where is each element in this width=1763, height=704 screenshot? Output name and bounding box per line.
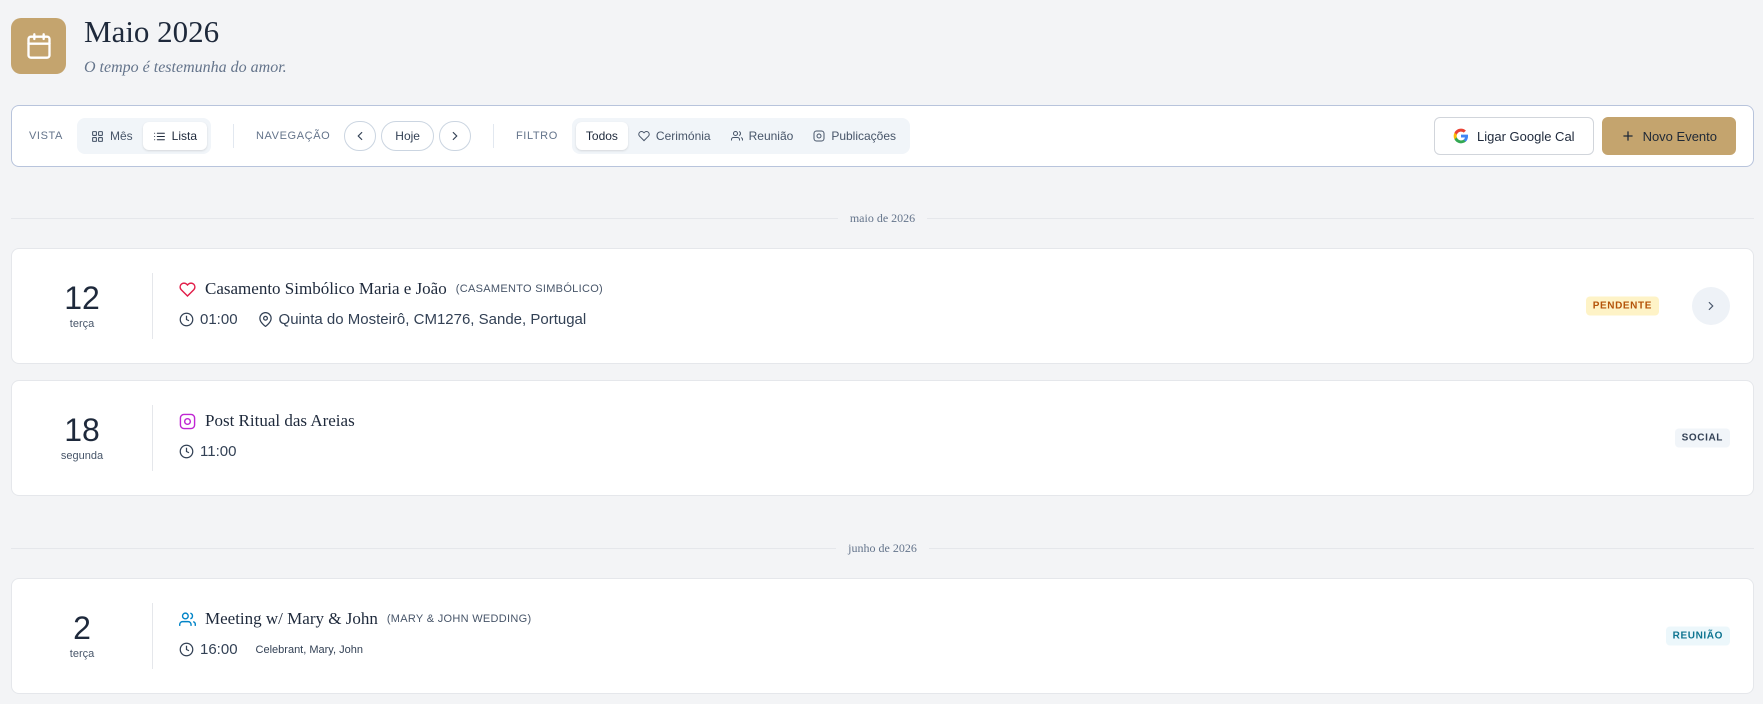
page-title: Maio 2026 <box>84 14 220 49</box>
event-title: Post Ritual das Areias <box>205 411 355 430</box>
calendar-toolbar: VISTA Mês Lista NAVEGAÇÃO Hoje FILTRO To… <box>11 105 1754 167</box>
event-card[interactable]: 2 terça Meeting w/ Mary & John (MARY & J… <box>11 578 1754 694</box>
event-tag: (CASAMENTO SIMBÓLICO) <box>455 283 604 295</box>
nav-label: NAVEGAÇÃO <box>256 130 331 142</box>
event-date: 2 terça <box>12 579 152 693</box>
chevron-right-icon <box>452 131 458 141</box>
connect-google-calendar-label: Ligar Google Cal <box>1477 128 1575 144</box>
instagram-icon <box>813 130 825 142</box>
filter-label: FILTRO <box>515 130 558 142</box>
filter-all-button[interactable]: Todos <box>575 122 628 150</box>
event-time: 11:00 <box>200 443 237 460</box>
event-date: 12 terça <box>12 249 152 363</box>
list-icon <box>153 132 165 140</box>
filter-ceremony-label: Cerimónia <box>655 129 711 143</box>
grid-icon <box>92 130 103 142</box>
filter-posts-button[interactable]: Publicações <box>803 122 906 150</box>
month-label: maio de 2026 <box>849 210 916 225</box>
users-icon <box>730 131 743 141</box>
plus-icon <box>1622 131 1633 141</box>
view-month-label: Mês <box>109 129 133 143</box>
event-date: 18 segunda <box>12 381 152 495</box>
toolbar-divider <box>492 124 494 148</box>
event-day: 12 <box>64 280 100 316</box>
event-location: Quinta do Mosteirô, CM1276, Sande, Portu… <box>278 311 587 328</box>
calendar-logo <box>11 18 66 74</box>
event-weekday: terça <box>69 318 95 330</box>
month-separator: maio de 2026 <box>11 210 1755 226</box>
event-tag: (MARY & JOHN WEDDING) <box>386 613 532 625</box>
page-subtitle: O tempo é testemunha do amor. <box>84 59 287 76</box>
view-list-button[interactable]: Lista <box>142 122 208 150</box>
status-badge: SOCIAL <box>1674 428 1730 448</box>
event-time: 16:00 <box>200 641 238 658</box>
view-month-button[interactable]: Mês <box>81 122 143 150</box>
event-day: 18 <box>64 412 100 448</box>
view-list-label: Lista <box>171 129 198 143</box>
event-time: 01:00 <box>200 311 238 328</box>
filter-switcher: Todos Cerimónia Reunião Publicações <box>571 118 911 154</box>
event-title: Casamento Simbólico Maria e João <box>205 279 447 298</box>
toolbar-divider <box>233 124 235 148</box>
clock-icon <box>179 444 194 459</box>
users-icon <box>179 611 196 626</box>
instagram-icon <box>179 413 196 429</box>
filter-ceremony-button[interactable]: Cerimónia <box>628 122 721 150</box>
event-title: Meeting w/ Mary & John <box>205 609 378 628</box>
month-separator: junho de 2026 <box>11 540 1755 556</box>
event-divider <box>152 405 153 471</box>
event-divider <box>152 603 153 669</box>
filter-meeting-label: Reunião <box>748 129 794 143</box>
status-badge: PENDENTE <box>1585 296 1659 316</box>
event-weekday: segunda <box>60 450 104 462</box>
chevron-left-icon <box>357 131 363 141</box>
google-icon <box>1453 128 1469 144</box>
filter-meeting-button[interactable]: Reunião <box>721 122 804 150</box>
event-divider <box>152 273 153 339</box>
map-pin-icon <box>258 312 272 327</box>
view-label: VISTA <box>29 130 63 142</box>
page-header: Maio 2026 O tempo é testemunha do amor. <box>11 14 287 77</box>
prev-month-button[interactable] <box>344 121 377 151</box>
event-participants: Celebrant, Mary, John <box>255 643 363 656</box>
clock-icon <box>179 642 194 657</box>
connect-google-calendar-button[interactable]: Ligar Google Cal <box>1434 117 1594 155</box>
today-button[interactable]: Hoje <box>381 121 434 151</box>
open-event-button[interactable] <box>1692 287 1730 325</box>
heart-icon <box>638 131 650 142</box>
new-event-label: Novo Evento <box>1642 128 1717 144</box>
event-day: 2 <box>73 610 91 646</box>
clock-icon <box>179 312 194 327</box>
event-card[interactable]: 18 segunda Post Ritual das Areias 11:00 … <box>11 380 1754 496</box>
filter-all-label: Todos <box>585 129 618 143</box>
month-label: junho de 2026 <box>848 540 917 555</box>
status-badge: REUNIÃO <box>1665 626 1730 646</box>
new-event-button[interactable]: Novo Evento <box>1601 117 1736 155</box>
event-card[interactable]: 12 terça Casamento Simbólico Maria e Joã… <box>11 248 1754 364</box>
next-month-button[interactable] <box>438 121 471 151</box>
chevron-right-icon <box>1708 301 1714 311</box>
filter-posts-label: Publicações <box>831 129 897 143</box>
heart-icon <box>179 281 196 297</box>
view-switcher: Mês Lista <box>76 118 212 154</box>
calendar-icon <box>26 33 51 59</box>
event-weekday: terça <box>69 648 95 660</box>
